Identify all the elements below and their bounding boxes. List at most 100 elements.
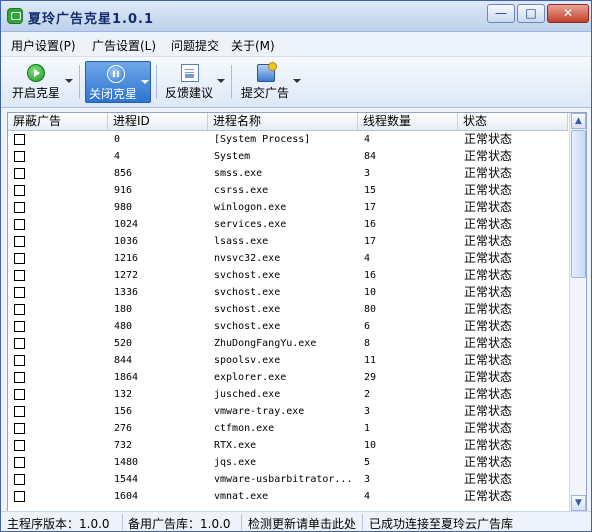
block-ad-checkbox[interactable] [14, 202, 25, 213]
column-header-process-name[interactable]: 进程名称 [208, 113, 358, 130]
minimize-button[interactable]: — [487, 4, 515, 23]
check-update-link[interactable]: 检测更新请单击此处 [248, 515, 356, 531]
table-row[interactable]: 1480 jqs.exe 5 正常状态 [8, 454, 568, 471]
thread-count-cell: 3 [364, 406, 371, 417]
process-name-cell: nvsvc32.exe [214, 253, 281, 264]
block-ad-checkbox[interactable] [14, 406, 25, 417]
block-ad-checkbox[interactable] [14, 236, 25, 247]
menu-about[interactable]: 关于(M) [231, 37, 275, 54]
status-cell: 正常状态 [464, 353, 513, 367]
toolbar-separator [156, 65, 157, 99]
status-cell: 正常状态 [464, 132, 513, 146]
table-row[interactable]: 156 vmware-tray.exe 3 正常状态 [8, 403, 568, 420]
block-ad-checkbox[interactable] [14, 474, 25, 485]
block-ad-checkbox[interactable] [14, 253, 25, 264]
process-name-cell: svchost.exe [214, 270, 281, 281]
column-header-status[interactable]: 状态 [458, 113, 568, 130]
table-row[interactable]: 520 ZhuDongFangYu.exe 8 正常状态 [8, 335, 568, 352]
stop-guard-button[interactable]: 关闭克星 [85, 61, 151, 103]
thread-count-cell: 15 [364, 185, 377, 196]
block-ad-checkbox[interactable] [14, 134, 25, 145]
table-row[interactable]: 0 [System Process] 4 正常状态 [8, 131, 568, 148]
chevron-down-icon[interactable] [217, 79, 225, 83]
scroll-down-button[interactable]: ▼ [571, 495, 586, 511]
process-name-cell: lsass.exe [214, 236, 269, 247]
thread-count-cell: 17 [364, 236, 377, 247]
menu-user-settings[interactable]: 用户设置(P) [11, 37, 76, 54]
status-cell: 正常状态 [464, 404, 513, 418]
scroll-up-button[interactable]: ▲ [571, 113, 586, 129]
menu-issue-submit[interactable]: 问题提交 [171, 37, 219, 54]
table-row[interactable]: 1272 svchost.exe 16 正常状态 [8, 267, 568, 284]
table-row[interactable]: 916 csrss.exe 15 正常状态 [8, 182, 568, 199]
close-button[interactable]: ✕ [547, 4, 589, 23]
scroll-thumb[interactable] [571, 130, 586, 278]
process-id-cell: 520 [114, 338, 133, 349]
process-name-cell: winlogon.exe [214, 202, 287, 213]
table-row[interactable]: 480 svchost.exe 6 正常状态 [8, 318, 568, 335]
block-ad-checkbox[interactable] [14, 338, 25, 349]
table-row[interactable]: 980 winlogon.exe 17 正常状态 [8, 199, 568, 216]
chevron-down-icon[interactable] [293, 79, 301, 83]
table-row[interactable]: 1604 vmnat.exe 4 正常状态 [8, 488, 568, 505]
process-id-cell: 0 [114, 134, 121, 145]
table-row[interactable]: 1036 lsass.exe 17 正常状态 [8, 233, 568, 250]
table-row[interactable]: 732 RTX.exe 10 正常状态 [8, 437, 568, 454]
process-name-cell: System [214, 151, 251, 162]
process-id-cell: 980 [114, 202, 133, 213]
process-name-cell: explorer.exe [214, 372, 287, 383]
block-ad-checkbox[interactable] [14, 372, 25, 383]
column-header-process-id[interactable]: 进程ID [108, 113, 208, 130]
submit-ad-button[interactable]: 提交广告 [237, 61, 303, 103]
table-row[interactable]: 180 svchost.exe 80 正常状态 [8, 301, 568, 318]
table-row[interactable]: 276 ctfmon.exe 1 正常状态 [8, 420, 568, 437]
block-ad-checkbox[interactable] [14, 270, 25, 281]
block-ad-checkbox[interactable] [14, 185, 25, 196]
vertical-scrollbar[interactable]: ▲ ▼ [569, 113, 586, 512]
title-bar[interactable]: 夏玲广告克星1.0.1 — □ ✕ [1, 1, 591, 32]
process-id-cell: 276 [114, 423, 133, 434]
block-ad-checkbox[interactable] [14, 389, 25, 400]
table-row[interactable]: 856 smss.exe 3 正常状态 [8, 165, 568, 182]
thread-count-cell: 4 [364, 134, 371, 145]
block-ad-checkbox[interactable] [14, 423, 25, 434]
block-ad-checkbox[interactable] [14, 287, 25, 298]
table-row[interactable]: 4 System 84 正常状态 [8, 148, 568, 165]
block-ad-checkbox[interactable] [14, 321, 25, 332]
block-ad-checkbox[interactable] [14, 491, 25, 502]
table-row[interactable]: 1336 svchost.exe 10 正常状态 [8, 284, 568, 301]
chevron-down-icon[interactable] [141, 80, 149, 84]
table-row[interactable]: 1024 services.exe 16 正常状态 [8, 216, 568, 233]
thread-count-cell: 8 [364, 338, 371, 349]
status-cell: 正常状态 [464, 302, 513, 316]
start-guard-label: 开启克星 [12, 86, 61, 100]
block-ad-checkbox[interactable] [14, 219, 25, 230]
column-header-block-ad[interactable]: 屏蔽广告 [8, 113, 108, 130]
table-row[interactable]: 1864 explorer.exe 29 正常状态 [8, 369, 568, 386]
feedback-label: 反馈建议 [165, 86, 214, 100]
block-ad-checkbox[interactable] [14, 457, 25, 468]
maximize-button[interactable]: □ [517, 4, 545, 23]
block-ad-checkbox[interactable] [14, 440, 25, 451]
process-name-cell: csrss.exe [214, 185, 269, 196]
table-row[interactable]: 1216 nvsvc32.exe 4 正常状态 [8, 250, 568, 267]
table-row[interactable]: 132 jusched.exe 2 正常状态 [8, 386, 568, 403]
process-id-cell: 1480 [114, 457, 139, 468]
chevron-down-icon[interactable] [65, 79, 73, 83]
status-cell: 正常状态 [464, 200, 513, 214]
feedback-button[interactable]: 反馈建议 [161, 61, 227, 103]
menu-ad-settings[interactable]: 广告设置(L) [92, 37, 156, 54]
thread-count-cell: 6 [364, 321, 371, 332]
block-ad-checkbox[interactable] [14, 151, 25, 162]
block-ad-checkbox[interactable] [14, 168, 25, 179]
start-guard-button[interactable]: 开启克星 [7, 61, 75, 103]
block-ad-checkbox[interactable] [14, 355, 25, 366]
block-ad-checkbox[interactable] [14, 304, 25, 315]
process-id-cell: 180 [114, 304, 133, 315]
table-row[interactable]: 844 spoolsv.exe 11 正常状态 [8, 352, 568, 369]
window-title: 夏玲广告克星1.0.1 [28, 12, 155, 27]
table-row[interactable]: 1544 vmware-usbarbitrator... 3 正常状态 [8, 471, 568, 488]
column-header-thread-count[interactable]: 线程数量 [358, 113, 458, 130]
toolbar: 开启克星 关闭克星 反馈建议 提交广告 [1, 57, 591, 108]
process-list[interactable]: 屏蔽广告 进程ID 进程名称 线程数量 状态 0 [System Process]… [7, 112, 587, 513]
